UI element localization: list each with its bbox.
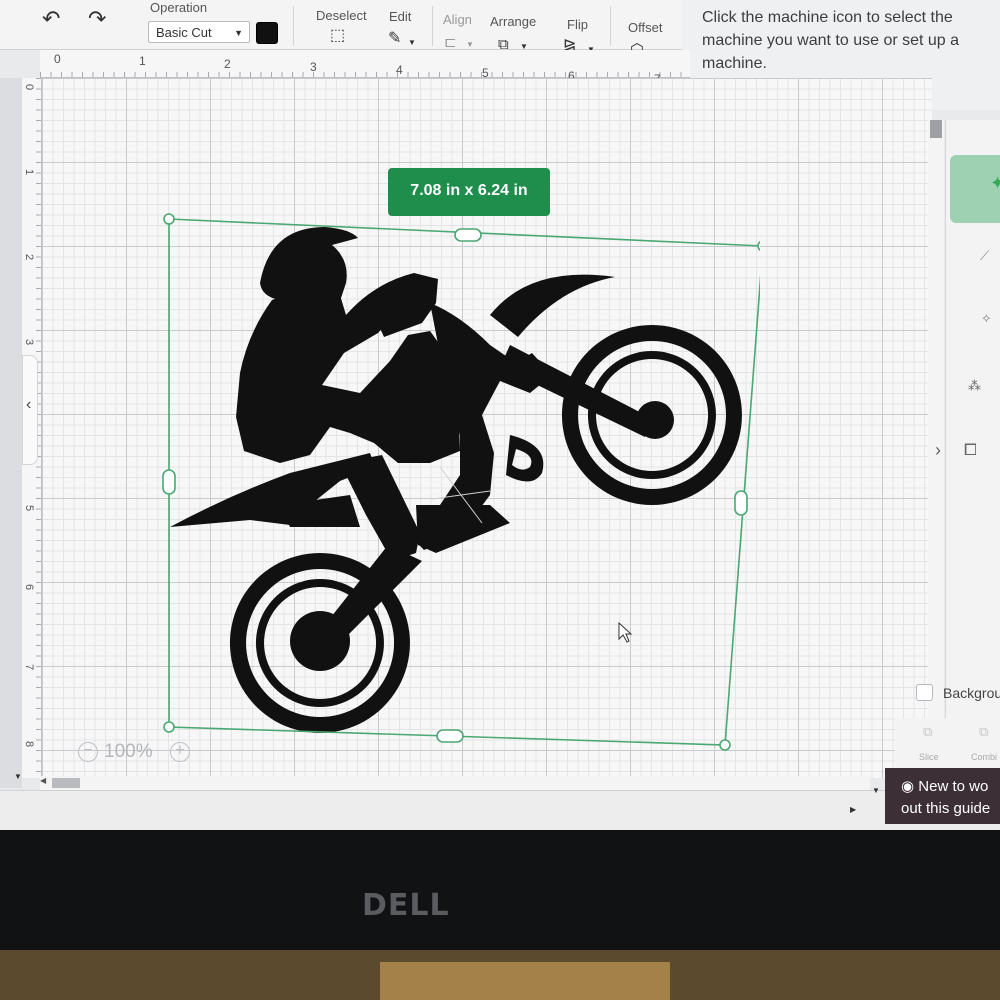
monitor-brand-logo: DELL [362, 888, 450, 923]
panel-collapse-tab[interactable]: ‹ [22, 355, 38, 465]
machine-info-text: Click the machine icon to select the mac… [702, 9, 960, 72]
arrange-label: Arrange [490, 14, 537, 29]
toolbar-divider [293, 6, 294, 46]
redo-icon[interactable]: ↷ [88, 8, 106, 30]
mouse-cursor-icon [618, 621, 633, 643]
desk-object [380, 962, 670, 1000]
background-label: Backgrou [943, 685, 1000, 701]
combine-icon[interactable]: ⧉ [979, 724, 988, 740]
zoom-level: 100% [104, 741, 153, 762]
ruler-tick-label: 8 [23, 740, 36, 748]
offset-label: Offset [628, 20, 663, 35]
ruler-tick-label: 1 [23, 168, 36, 176]
ruler-tick-label: 5 [23, 504, 36, 512]
screen: ↶ ↷ Operation Basic Cut ▼ Deselect ⬚ Edi… [0, 0, 1000, 830]
chevron-left-icon: ‹ [26, 396, 32, 413]
chevron-right-icon[interactable]: › [935, 440, 941, 461]
pencil-icon[interactable]: ✎ [388, 30, 401, 48]
resize-handle-left[interactable] [162, 469, 176, 495]
guide-icon: ◉ [901, 778, 919, 795]
edit-toolbar: ↶ ↷ Operation Basic Cut ▼ Deselect ⬚ Edi… [0, 0, 690, 59]
monitor-bezel [0, 830, 1000, 950]
flip-label: Flip [567, 17, 588, 32]
layer-thumbnail-icon[interactable]: ⁂ [968, 378, 981, 394]
operation-label: Operation [150, 0, 208, 15]
chevron-down-icon: ▼ [408, 38, 416, 47]
combine-label: Combi [971, 752, 998, 762]
ruler-tick-label: 2 [224, 57, 231, 71]
panel-bottom-tools: ⧉ Slice ⧉ Combi [895, 718, 1000, 768]
left-panel-edge [0, 78, 22, 788]
resize-handle-bottom-left[interactable] [163, 721, 175, 733]
zoom-control: − 100% + [72, 740, 202, 766]
ruler-tick-label: 3 [310, 60, 317, 74]
ruler-tick-label: 1 [139, 54, 146, 68]
selection-size-badge: 7.08 in x 6.24 in [388, 168, 550, 216]
scroll-down-arrow-icon[interactable]: ▼ [872, 786, 880, 795]
resize-handle-top[interactable] [454, 228, 482, 242]
operation-color-swatch[interactable] [256, 22, 278, 44]
deselect-icon[interactable]: ⬚ [330, 27, 345, 45]
background-checkbox[interactable] [916, 684, 933, 701]
horizontal-scrollbar[interactable] [40, 776, 870, 790]
slice-label: Slice [919, 752, 939, 762]
zoom-out-button[interactable]: − [78, 742, 98, 762]
toolbar-divider [432, 6, 433, 46]
scroll-left-arrow-icon[interactable]: ◀ [40, 776, 46, 785]
chevron-down-icon: ▼ [466, 40, 474, 49]
deselect-label: Deselect [316, 8, 367, 23]
ruler-tick-label: 0 [54, 52, 61, 66]
group-icon[interactable]: ⧠ [964, 442, 977, 460]
motocross-silhouette[interactable] [170, 227, 742, 734]
vertical-scrollbar[interactable] [928, 120, 944, 820]
guide-line-1: New to wo [918, 778, 989, 795]
motocross-layer-icon: ✦ [990, 173, 1000, 193]
align-label: Align [443, 12, 472, 27]
slice-icon[interactable]: ⧉ [923, 724, 932, 740]
resize-handle-top-right[interactable] [757, 241, 760, 251]
design-artwork[interactable] [160, 205, 760, 765]
undo-icon[interactable]: ↶ [42, 8, 60, 30]
new-user-guide-banner[interactable]: ◉ New to wo out this guide [885, 768, 1000, 824]
operation-select-value: Basic Cut [156, 25, 212, 40]
zoom-in-button[interactable]: + [170, 742, 190, 762]
ruler-tick-label: 4 [396, 63, 403, 77]
ruler-tick-label: 3 [23, 338, 36, 346]
ruler-horizontal: 0 1 2 3 4 5 6 7 [40, 50, 690, 86]
resize-handle-bottom[interactable] [436, 729, 464, 743]
resize-handle-right[interactable] [734, 490, 748, 516]
scroll-right-arrow-icon[interactable]: ▶ [850, 805, 856, 814]
toolbar-divider [610, 6, 611, 46]
ruler-tick-label: 7 [23, 663, 36, 671]
ruler-scroll-down-icon[interactable]: ▼ [14, 772, 22, 781]
ruler-tick-label: 6 [23, 583, 36, 591]
guide-line-2: out this guide [901, 800, 991, 817]
operation-select[interactable]: Basic Cut ▼ [148, 21, 250, 43]
horizontal-scroll-thumb[interactable] [52, 778, 80, 788]
edit-label: Edit [389, 9, 412, 24]
layer-thumbnail-icon[interactable]: ⟋ [980, 248, 989, 264]
vertical-scroll-thumb[interactable] [930, 120, 942, 138]
layers-panel: ✦ ⟋ ⟡ ⁂ ⧠ [945, 120, 1000, 820]
chevron-down-icon: ▼ [234, 28, 243, 38]
ruler-tick-label: 2 [23, 253, 36, 261]
layer-thumbnail-icon[interactable]: ⟡ [982, 310, 991, 326]
ruler-tick-label: 0 [23, 83, 36, 91]
layer-item-selected[interactable]: ✦ [950, 155, 1000, 223]
resize-handle-bottom-right[interactable] [719, 739, 731, 751]
resize-handle-top-left[interactable] [163, 213, 175, 225]
